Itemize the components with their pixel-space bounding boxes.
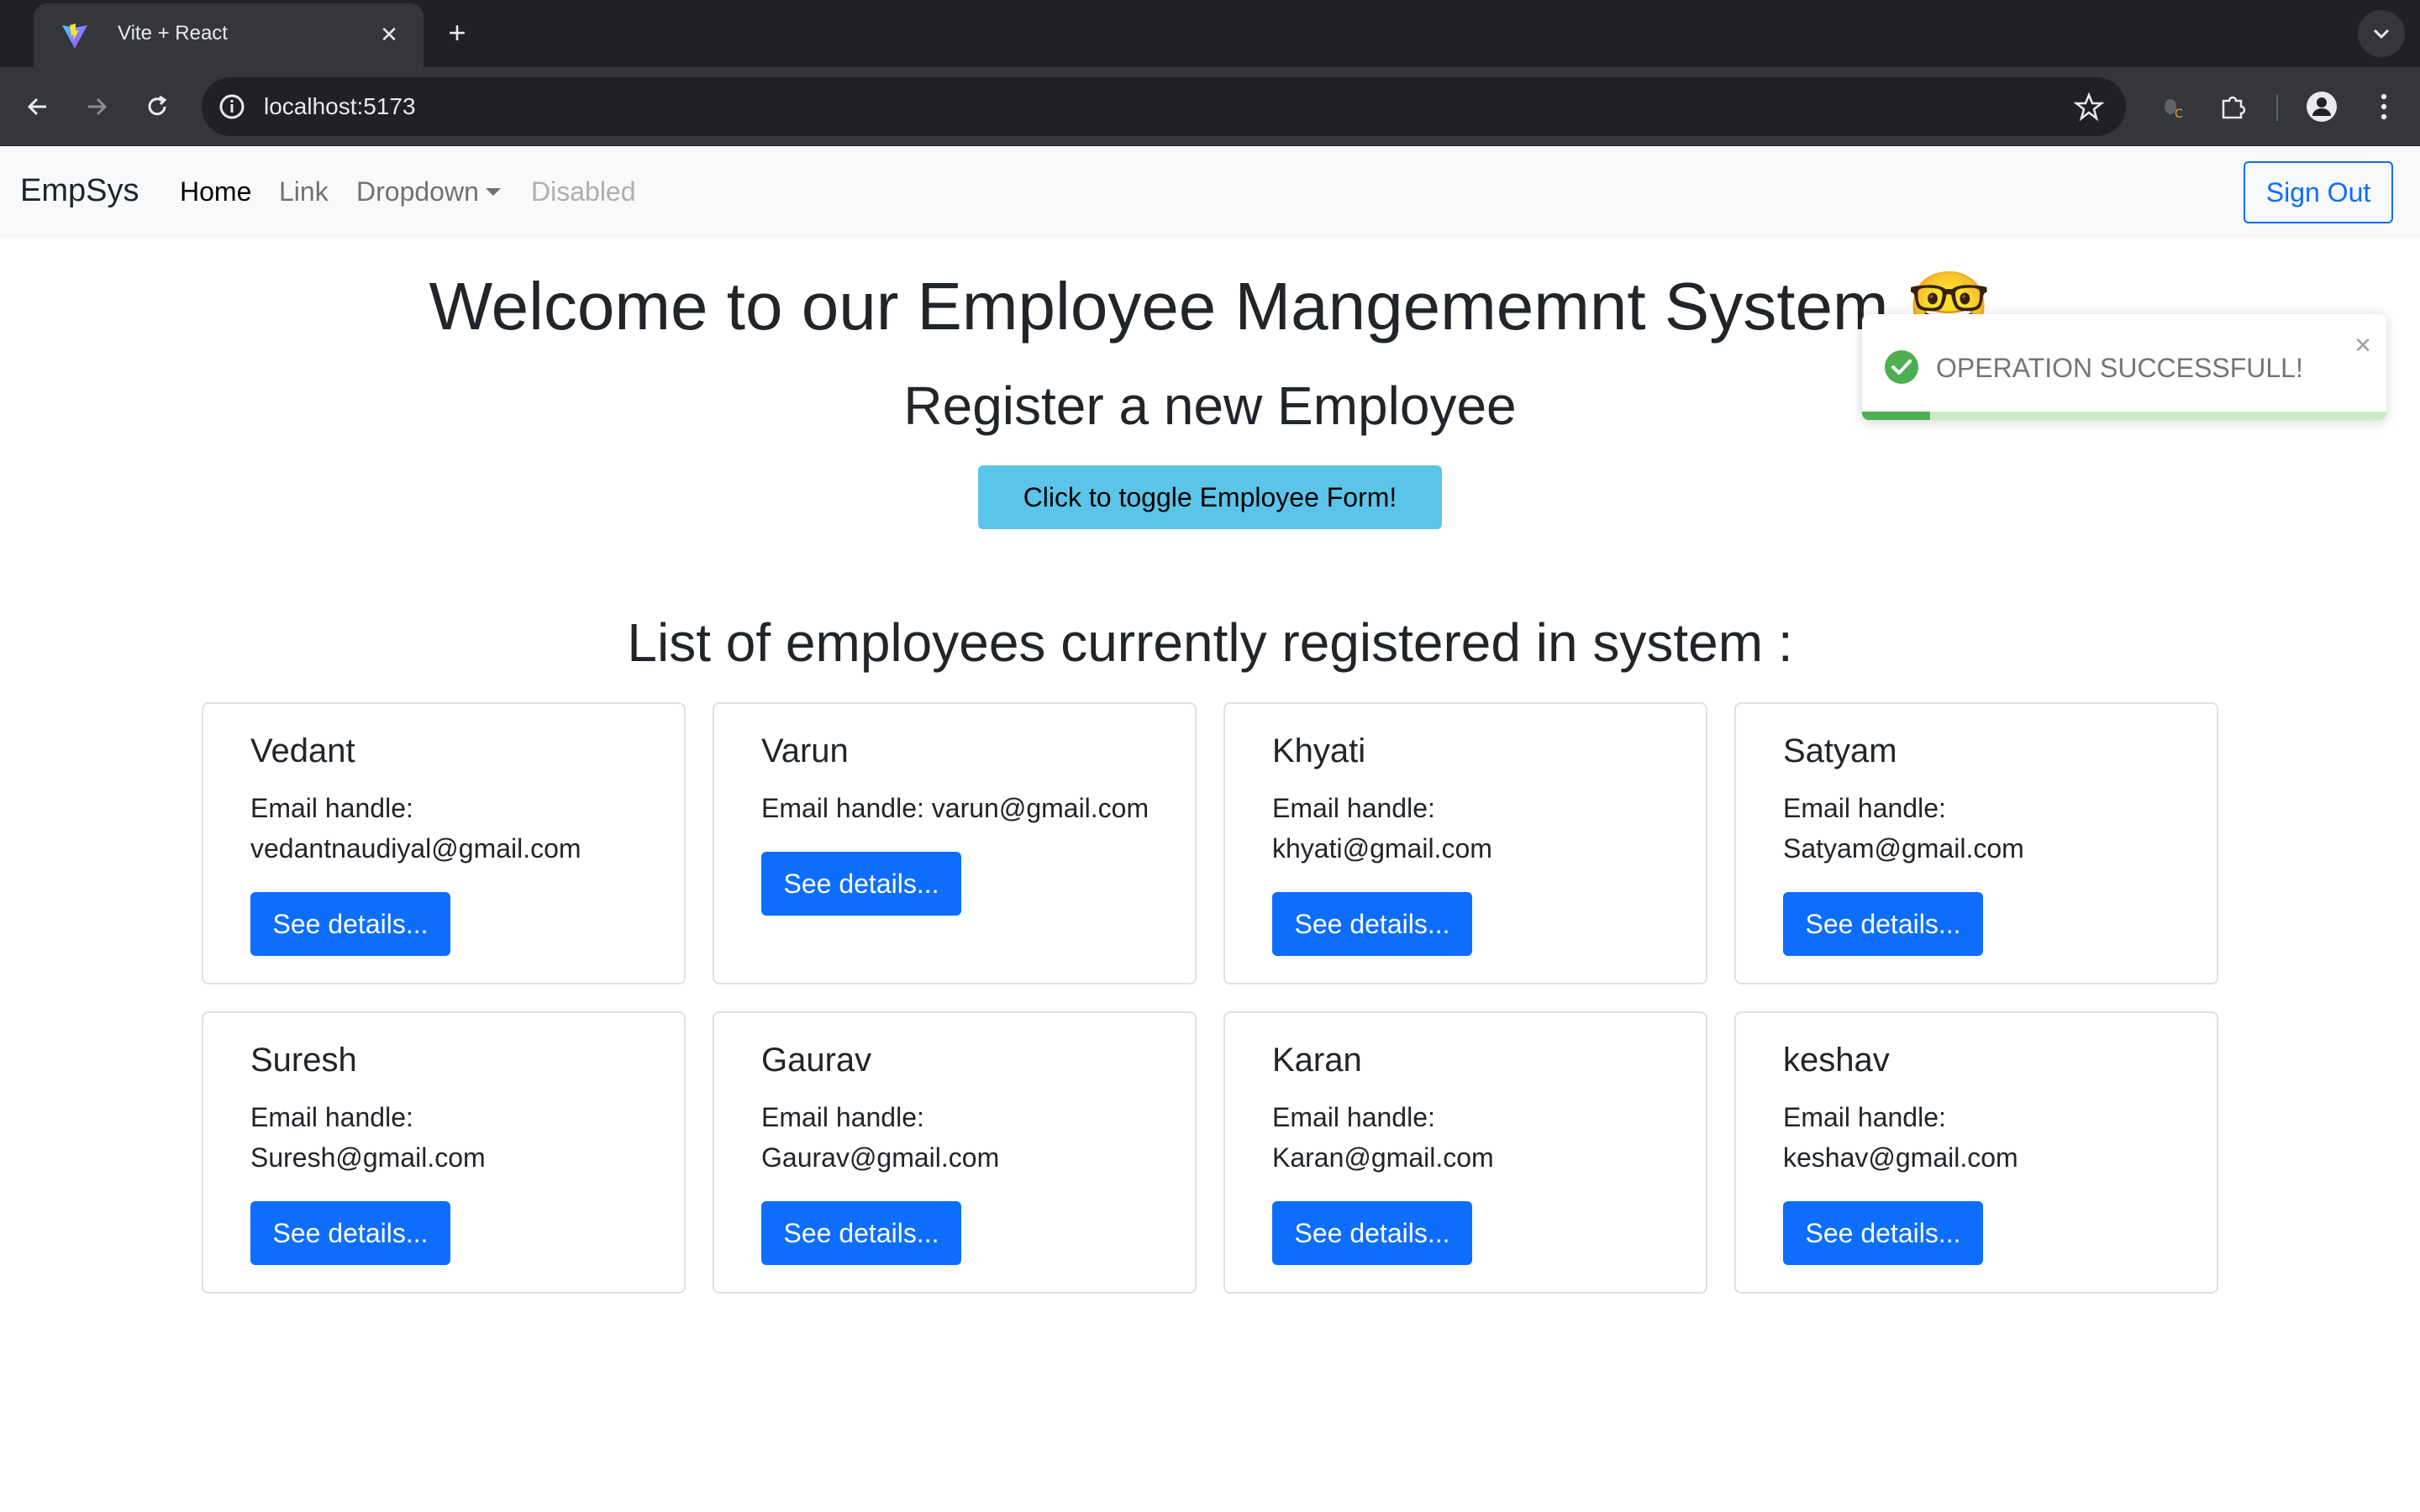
employee-card: Varun Email handle: varun@gmail.com See … [713,702,1197,984]
see-details-button[interactable]: See details... [1783,1201,1983,1265]
email-value: Karan@gmail.com [1272,1142,1494,1173]
employee-name: Varun [761,732,849,769]
toggle-employee-form-button[interactable]: Click to toggle Employee Form! [978,465,1442,529]
browser-tab[interactable]: Vite + React ✕ [34,3,424,67]
employee-card: Khyati Email handle: khyati@gmail.com See… [1223,702,1707,984]
nav-dropdown[interactable]: Dropdown [356,176,501,207]
caret-down-icon [485,188,501,197]
employee-email: Email handle: Gaurav@gmail.com [761,1097,1173,1178]
see-details-button[interactable]: See details... [250,1201,450,1265]
employee-card: Gaurav Email handle: Gaurav@gmail.com See… [713,1011,1197,1294]
app-navbar: EmpSys Home Link Dropdown Disabled Sign … [0,146,2420,239]
close-icon[interactable]: × [2354,331,2371,360]
email-value: Gaurav@gmail.com [761,1142,1000,1173]
employee-name: Vedant [250,732,355,769]
email-label: Email handle: [250,1102,413,1132]
nav-link-home[interactable]: Home [180,176,251,207]
email-label: Email handle: [250,793,413,823]
employee-card: Satyam Email handle: Satyam@gmail.com See… [1734,702,2218,984]
email-value: Suresh@gmail.com [250,1142,486,1173]
success-toast[interactable]: OPERATION SUCCESSFULL! × [1862,314,2386,420]
employee-list-heading: List of employees currently registered i… [627,612,1793,673]
see-details-button[interactable]: See details... [1272,1201,1472,1265]
employee-name: Suresh [250,1042,357,1079]
chevron-down-icon [2373,29,2390,39]
employee-email: Email handle: Satyam@gmail.com [1783,788,2195,869]
svg-text:C: C [2175,108,2183,121]
vite-favicon [62,24,87,49]
email-label: Email handle: [1783,1102,1946,1132]
extensions-puzzle-icon[interactable] [2212,86,2254,128]
toast-progress-bar [1862,412,1931,420]
page-title-text: Welcome to our Employee Mangememnt Syste… [429,269,1889,344]
employee-email: Email handle: vedantnaudiyal@gmail.com [250,788,662,869]
forward-arrow-icon[interactable] [76,86,118,128]
employee-name: keshav [1783,1042,1890,1079]
new-tab-icon[interactable]: + [440,17,474,50]
back-arrow-icon[interactable] [17,86,59,128]
tab-title: Vite + React [118,22,228,45]
employee-card: Vedant Email handle: vedantnaudiyal@gmail… [202,702,686,984]
see-details-button[interactable]: See details... [1272,892,1472,956]
email-value: varun@gmail.com [931,793,1150,823]
browser-toolbar: localhost:5173 C [0,67,2420,146]
reload-icon[interactable] [136,86,178,128]
address-bar[interactable]: localhost:5173 [202,77,2126,136]
email-label: Email handle: [761,1102,924,1132]
toolbar-separator [2276,94,2278,121]
employee-card: keshav Email handle: keshav@gmail.com See… [1734,1011,2218,1294]
profile-icon[interactable] [2301,86,2343,128]
brand-logo[interactable]: EmpSys [20,173,139,209]
more-menu-icon[interactable] [2363,86,2405,128]
see-details-button[interactable]: See details... [761,1201,961,1265]
email-label: Email handle: [1272,1102,1435,1132]
employee-card: Karan Email handle: Karan@gmail.com See d… [1223,1011,1707,1294]
url-text: localhost:5173 [264,93,416,119]
employee-email: Email handle: khyati@gmail.com [1272,788,1684,869]
employee-name: Satyam [1783,732,1897,769]
employee-email: Email handle: varun@gmail.com [761,788,1173,828]
star-icon[interactable] [2070,88,2107,125]
email-value: Satyam@gmail.com [1783,833,2024,864]
employee-email: Email handle: Karan@gmail.com [1272,1097,1684,1178]
employee-name: Gaurav [761,1042,872,1079]
site-info-icon[interactable] [212,87,252,127]
see-details-button[interactable]: See details... [761,852,961,916]
email-value: keshav@gmail.com [1783,1142,2018,1173]
email-value: vedantnaudiyal@gmail.com [250,833,581,864]
check-circle-icon [1885,350,1918,384]
nav-link-disabled: Disabled [531,176,636,207]
see-details-button[interactable]: See details... [1783,892,1983,956]
email-label: Email handle: [1783,793,1946,823]
email-label: Email handle: [761,793,924,823]
email-label: Email handle: [1272,793,1435,823]
tab-search-button[interactable] [2358,10,2405,57]
email-value: khyati@gmail.com [1272,833,1492,864]
sign-out-button[interactable]: Sign Out [2244,161,2393,223]
employee-email: Email handle: Suresh@gmail.com [250,1097,662,1178]
employee-name: Khyati [1272,732,1366,769]
browser-tabstrip: Vite + React ✕ + [0,0,2420,67]
toast-progress-track [1862,412,2386,420]
nav-dropdown-label: Dropdown [356,176,479,207]
nav-link-link[interactable]: Link [279,176,329,207]
employee-email: Email handle: keshav@gmail.com [1783,1097,2195,1178]
employee-name: Karan [1272,1042,1362,1079]
toast-message: OPERATION SUCCESSFULL! [1936,353,2303,383]
extension-bug-icon[interactable]: C [2151,86,2193,128]
tab-close-icon[interactable]: ✕ [373,18,405,50]
employee-card: Suresh Email handle: Suresh@gmail.com See… [202,1011,686,1294]
see-details-button[interactable]: See details... [250,892,450,956]
